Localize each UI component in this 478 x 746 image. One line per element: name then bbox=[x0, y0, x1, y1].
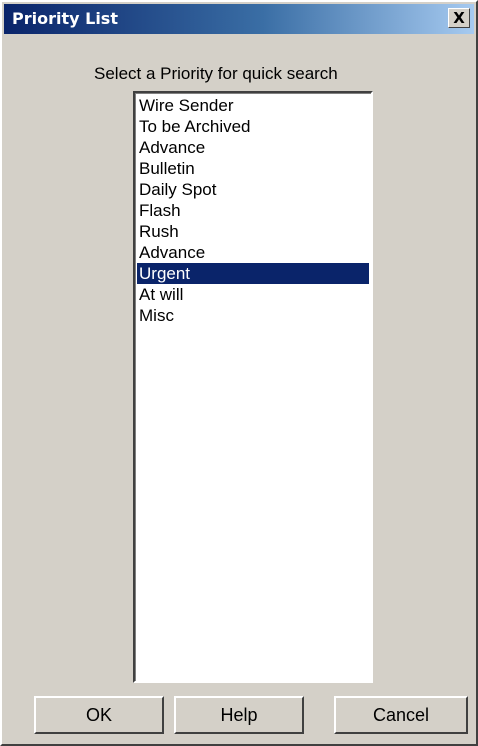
window-title: Priority List bbox=[12, 9, 118, 28]
cancel-button[interactable]: Cancel bbox=[334, 696, 468, 734]
close-icon: X bbox=[453, 9, 465, 27]
list-item[interactable]: Daily Spot bbox=[137, 179, 369, 200]
help-button[interactable]: Help bbox=[174, 696, 304, 734]
priority-list-dialog: Priority List X Select a Priority for qu… bbox=[0, 0, 478, 746]
list-item[interactable]: Advance bbox=[137, 242, 369, 263]
title-bar[interactable]: Priority List X bbox=[4, 4, 474, 34]
list-item[interactable]: Advance bbox=[137, 137, 369, 158]
priority-listbox[interactable]: Wire Sender To be Archived Advance Bulle… bbox=[133, 91, 373, 683]
close-button[interactable]: X bbox=[448, 8, 470, 28]
list-item[interactable]: Wire Sender bbox=[137, 95, 369, 116]
list-item-selected[interactable]: Urgent bbox=[137, 263, 369, 284]
list-item[interactable]: Bulletin bbox=[137, 158, 369, 179]
list-item[interactable]: To be Archived bbox=[137, 116, 369, 137]
ok-button[interactable]: OK bbox=[34, 696, 164, 734]
list-item[interactable]: Flash bbox=[137, 200, 369, 221]
prompt-label: Select a Priority for quick search bbox=[94, 64, 338, 83]
list-item[interactable]: Misc bbox=[137, 305, 369, 326]
list-item[interactable]: Rush bbox=[137, 221, 369, 242]
list-item[interactable]: At will bbox=[137, 284, 369, 305]
